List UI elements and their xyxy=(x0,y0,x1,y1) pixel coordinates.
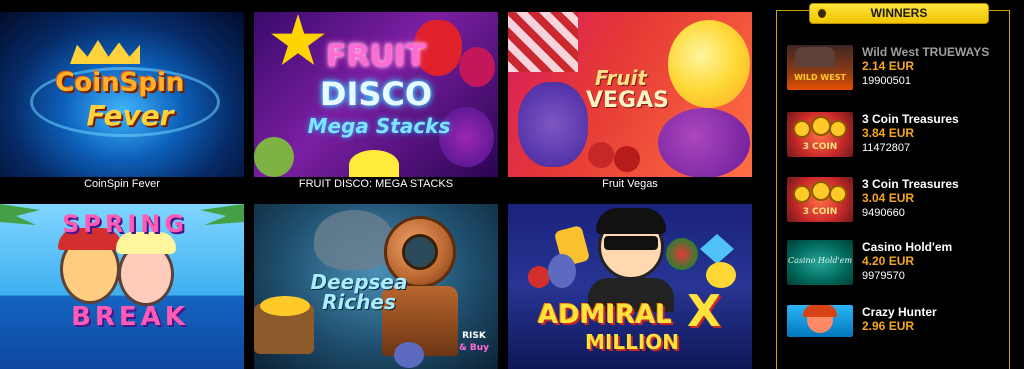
game-tile-deepsea-riches[interactable]: Deepsea Riches RISK & Buy xyxy=(254,204,498,369)
winner-game-thumbnail[interactable]: 3 COIN xyxy=(787,112,853,157)
game-title[interactable]: Fruit Vegas xyxy=(508,178,752,190)
winner-game-name: Casino Hold'em xyxy=(862,240,953,254)
winner-id: 19900501 xyxy=(862,75,911,87)
game-thumbnail[interactable]: FRUIT DISCO Mega Stacks xyxy=(254,12,498,177)
game-thumbnail-subtitle: Fever xyxy=(86,99,174,132)
winner-amount: 2.14 EUR xyxy=(862,59,915,73)
game-title[interactable]: CoinSpin Fever xyxy=(0,178,244,190)
winner-game-thumbnail[interactable]: 3 COIN xyxy=(787,177,853,222)
winner-amount: 2.96 EUR xyxy=(862,319,915,333)
game-thumbnail[interactable]: SPRING BREAK xyxy=(0,204,244,369)
game-thumbnail-subtitle: BREAK xyxy=(71,302,189,332)
winner-game-thumbnail[interactable]: WILD WEST xyxy=(787,45,853,90)
winner-thumb-label: 3 COIN xyxy=(802,207,838,217)
winner-item[interactable]: Crazy Hunter 2.96 EUR xyxy=(787,305,1017,353)
game-tile-coinspin-fever[interactable]: CoinSpin Fever xyxy=(0,12,244,177)
game-thumbnail-tagline: Mega Stacks xyxy=(307,114,451,138)
winner-game-name: Crazy Hunter xyxy=(862,305,937,319)
game-thumbnail-subtitle: Riches xyxy=(322,290,396,314)
game-thumbnail-subtitle: MILLION xyxy=(584,330,679,354)
winner-id: 9490660 xyxy=(862,207,905,219)
game-thumbnail-title: Fruit xyxy=(595,66,647,90)
winner-thumb-label: WILD WEST xyxy=(794,73,846,82)
game-thumbnail-subtitle: DISCO xyxy=(319,75,433,113)
winner-game-name: 3 Coin Treasures xyxy=(862,177,959,191)
game-thumbnail-subtitle: VEGAS xyxy=(586,88,669,113)
game-grid: CoinSpin Fever CoinSpin Fever FRUIT DISC… xyxy=(0,0,760,369)
winner-item[interactable]: Casino Hold'em Casino Hold'em 4.20 EUR 9… xyxy=(787,240,1017,288)
winner-id: 11472807 xyxy=(862,142,911,154)
risk-buy-badge: RISK xyxy=(462,331,486,341)
game-thumbnail[interactable]: CoinSpin Fever xyxy=(0,12,244,177)
winner-game-thumbnail[interactable]: Casino Hold'em xyxy=(787,240,853,285)
game-thumbnail-title: Deepsea xyxy=(310,270,408,294)
winner-game-name: 3 Coin Treasures xyxy=(862,112,959,126)
game-thumbnail-title: CoinSpin xyxy=(55,68,185,98)
winner-game-thumbnail[interactable] xyxy=(787,305,853,337)
game-thumbnail-title: SPRING xyxy=(61,210,189,238)
winner-amount: 4.20 EUR xyxy=(862,254,915,268)
winner-amount: 3.04 EUR xyxy=(862,191,915,205)
game-tile-spring-break[interactable]: SPRING BREAK xyxy=(0,204,244,369)
game-tile-admiral-x-million[interactable]: ADMIRAL X MILLION xyxy=(508,204,752,369)
winner-amount: 3.84 EUR xyxy=(862,126,915,140)
winner-item[interactable]: WILD WEST Wild West TRUEWAYS 2.14 EUR 19… xyxy=(787,45,1017,93)
game-thumbnail[interactable]: ADMIRAL X MILLION xyxy=(508,204,752,369)
risk-buy-badge-sub: & Buy xyxy=(458,343,490,353)
game-thumbnail-x: X xyxy=(687,286,721,337)
winner-game-name: Wild West TRUEWAYS xyxy=(862,45,990,59)
winner-item[interactable]: 3 COIN 3 Coin Treasures 3.04 EUR 9490660 xyxy=(787,177,1017,225)
game-thumbnail-title: ADMIRAL xyxy=(538,300,672,330)
winners-title: WINNERS xyxy=(870,6,928,20)
game-thumbnail-title: FRUIT xyxy=(326,39,426,74)
winner-thumb-label: Casino Hold'em xyxy=(787,256,853,265)
game-thumbnail[interactable]: Deepsea Riches RISK & Buy xyxy=(254,204,498,369)
winners-header: WINNERS xyxy=(809,3,989,24)
winner-thumb-label: 3 COIN xyxy=(802,142,838,152)
trophy-icon xyxy=(816,7,828,20)
game-thumbnail[interactable]: Fruit VEGAS xyxy=(508,12,752,177)
game-tile-fruit-vegas[interactable]: Fruit VEGAS xyxy=(508,12,752,177)
game-tile-fruit-disco[interactable]: FRUIT DISCO Mega Stacks xyxy=(254,12,498,177)
game-title[interactable]: FRUIT DISCO: MEGA STACKS xyxy=(254,178,498,190)
winner-id: 9979570 xyxy=(862,270,905,282)
winner-item[interactable]: 3 COIN 3 Coin Treasures 3.84 EUR 1147280… xyxy=(787,112,1017,160)
